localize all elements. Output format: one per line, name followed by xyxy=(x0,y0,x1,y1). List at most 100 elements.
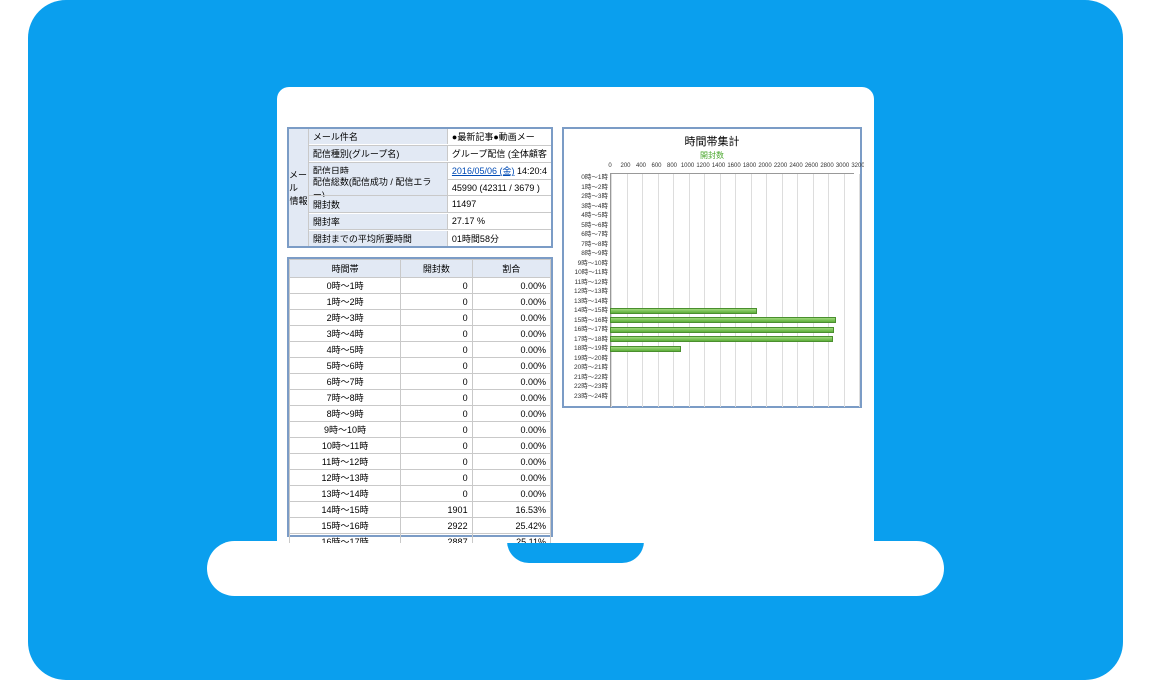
side-label-line2: 情報 xyxy=(289,194,307,207)
cell-count: 0 xyxy=(401,374,472,390)
laptop-notch xyxy=(507,541,644,563)
table-row: 12時～13時00.00% xyxy=(290,470,551,486)
chart-bar xyxy=(610,336,833,342)
mail-info-panel: メール 情報 メール件名●最新記事●動画メー配信種別(グループ名)グループ配信 … xyxy=(287,127,553,248)
yaxis-label: 13時～14時 xyxy=(570,297,610,307)
cell-count: 0 xyxy=(401,278,472,294)
cell-percent: 25.42% xyxy=(472,518,550,534)
info-value: 01時間58分 xyxy=(448,231,551,246)
yaxis-label: 5時～6時 xyxy=(570,221,610,231)
yaxis-label: 20時～21時 xyxy=(570,363,610,373)
cell-percent: 0.00% xyxy=(472,470,550,486)
yaxis-label: 19時～20時 xyxy=(570,354,610,364)
table-row: 10時～11時00.00% xyxy=(290,438,551,454)
cell-count: 0 xyxy=(401,390,472,406)
xaxis-tick: 200 xyxy=(620,163,630,169)
info-row: 開封率27.17 % xyxy=(309,212,551,229)
cell-count: 0 xyxy=(401,342,472,358)
info-value: 27.17 % xyxy=(448,215,551,227)
info-value: グループ配信 (全体顧客 xyxy=(448,146,551,161)
info-row: 開封数11497 xyxy=(309,195,551,212)
xaxis-tick: 0 xyxy=(608,163,611,169)
yaxis-label: 11時～12時 xyxy=(570,278,610,288)
yaxis-label: 10時～11時 xyxy=(570,268,610,278)
cell-timeband: 16時～17時 xyxy=(290,534,401,544)
table-row: 5時～6時00.00% xyxy=(290,358,551,374)
yaxis-label: 16時～17時 xyxy=(570,325,610,335)
date-link[interactable]: 2016/05/06 (金) xyxy=(452,166,515,176)
info-row: 配信総数(配信成功 / 配信エラー)45990 (42311 / 3679 ) xyxy=(309,179,551,196)
table-header: 割合 xyxy=(472,260,550,278)
cell-percent: 0.00% xyxy=(472,342,550,358)
cell-count: 0 xyxy=(401,310,472,326)
chart-bars xyxy=(610,173,854,407)
cell-timeband: 1時～2時 xyxy=(290,294,401,310)
yaxis-label: 3時～4時 xyxy=(570,202,610,212)
info-value: 11497 xyxy=(448,198,551,210)
timeband-table: 時間帯開封数割合 0時～1時00.00%1時～2時00.00%2時～3時00.0… xyxy=(289,259,551,543)
chart-bar xyxy=(610,346,681,352)
cell-timeband: 6時～7時 xyxy=(290,374,401,390)
info-value: ●最新記事●動画メー xyxy=(448,129,551,144)
yaxis-label: 8時～9時 xyxy=(570,249,610,259)
xaxis-tick: 800 xyxy=(667,163,677,169)
xaxis-tick: 1000 xyxy=(681,163,694,169)
cell-count: 2922 xyxy=(401,518,472,534)
xaxis-tick: 2200 xyxy=(774,163,787,169)
table-row: 1時～2時00.00% xyxy=(290,294,551,310)
xaxis-tick: 400 xyxy=(636,163,646,169)
cell-count: 0 xyxy=(401,454,472,470)
yaxis-label: 17時～18時 xyxy=(570,335,610,345)
cell-count: 0 xyxy=(401,326,472,342)
chart-xaxis: 0200400600800100012001400160018002000220… xyxy=(610,163,854,173)
cell-count: 0 xyxy=(401,422,472,438)
table-row: 13時～14時00.00% xyxy=(290,486,551,502)
timeband-chart-panel: 時間帯集計 開封数 020040060080010001200140016001… xyxy=(562,127,862,408)
xaxis-tick: 2600 xyxy=(805,163,818,169)
gridline xyxy=(859,174,860,407)
chart-bar xyxy=(610,308,757,314)
mail-info-rows: メール件名●最新記事●動画メー配信種別(グループ名)グループ配信 (全体顧客配信… xyxy=(309,129,551,246)
cell-percent: 0.00% xyxy=(472,278,550,294)
yaxis-label: 14時～15時 xyxy=(570,306,610,316)
stage: メール 情報 メール件名●最新記事●動画メー配信種別(グループ名)グループ配信 … xyxy=(0,0,1151,681)
yaxis-label: 12時～13時 xyxy=(570,287,610,297)
cell-percent: 16.53% xyxy=(472,502,550,518)
info-key: メール件名 xyxy=(309,129,448,144)
xaxis-tick: 1400 xyxy=(712,163,725,169)
info-key: 開封数 xyxy=(309,197,448,212)
table-row: 3時～4時00.00% xyxy=(290,326,551,342)
info-key: 配信種別(グループ名) xyxy=(309,146,448,161)
table-row: 8時～9時00.00% xyxy=(290,406,551,422)
cell-timeband: 13時～14時 xyxy=(290,486,401,502)
chart-legend: 開封数 xyxy=(564,149,860,163)
yaxis-label: 23時～24時 xyxy=(570,392,610,402)
cell-timeband: 14時～15時 xyxy=(290,502,401,518)
table-row: 11時～12時00.00% xyxy=(290,454,551,470)
table-row: 16時～17時288725.11% xyxy=(290,534,551,544)
info-key: 開封率 xyxy=(309,214,448,229)
cell-percent: 0.00% xyxy=(472,310,550,326)
info-row: 配信種別(グループ名)グループ配信 (全体顧客 xyxy=(309,145,551,162)
cell-timeband: 8時～9時 xyxy=(290,406,401,422)
chart-bar xyxy=(610,317,836,323)
xaxis-tick: 3000 xyxy=(836,163,849,169)
cell-percent: 0.00% xyxy=(472,406,550,422)
cell-timeband: 4時～5時 xyxy=(290,342,401,358)
cell-count: 2887 xyxy=(401,534,472,544)
cell-timeband: 15時～16時 xyxy=(290,518,401,534)
cell-timeband: 3時～4時 xyxy=(290,326,401,342)
info-value: 2016/05/06 (金) 14:20:4 xyxy=(448,163,551,178)
xaxis-tick: 2000 xyxy=(758,163,771,169)
yaxis-label: 2時～3時 xyxy=(570,192,610,202)
laptop-body: メール 情報 メール件名●最新記事●動画メー配信種別(グループ名)グループ配信 … xyxy=(277,87,874,543)
xaxis-tick: 1200 xyxy=(696,163,709,169)
yaxis-label: 7時～8時 xyxy=(570,240,610,250)
yaxis-label: 6時～7時 xyxy=(570,230,610,240)
cell-percent: 0.00% xyxy=(472,358,550,374)
yaxis-label: 21時～22時 xyxy=(570,373,610,383)
xaxis-tick: 600 xyxy=(651,163,661,169)
cell-count: 0 xyxy=(401,470,472,486)
table-row: 2時～3時00.00% xyxy=(290,310,551,326)
cell-timeband: 12時～13時 xyxy=(290,470,401,486)
